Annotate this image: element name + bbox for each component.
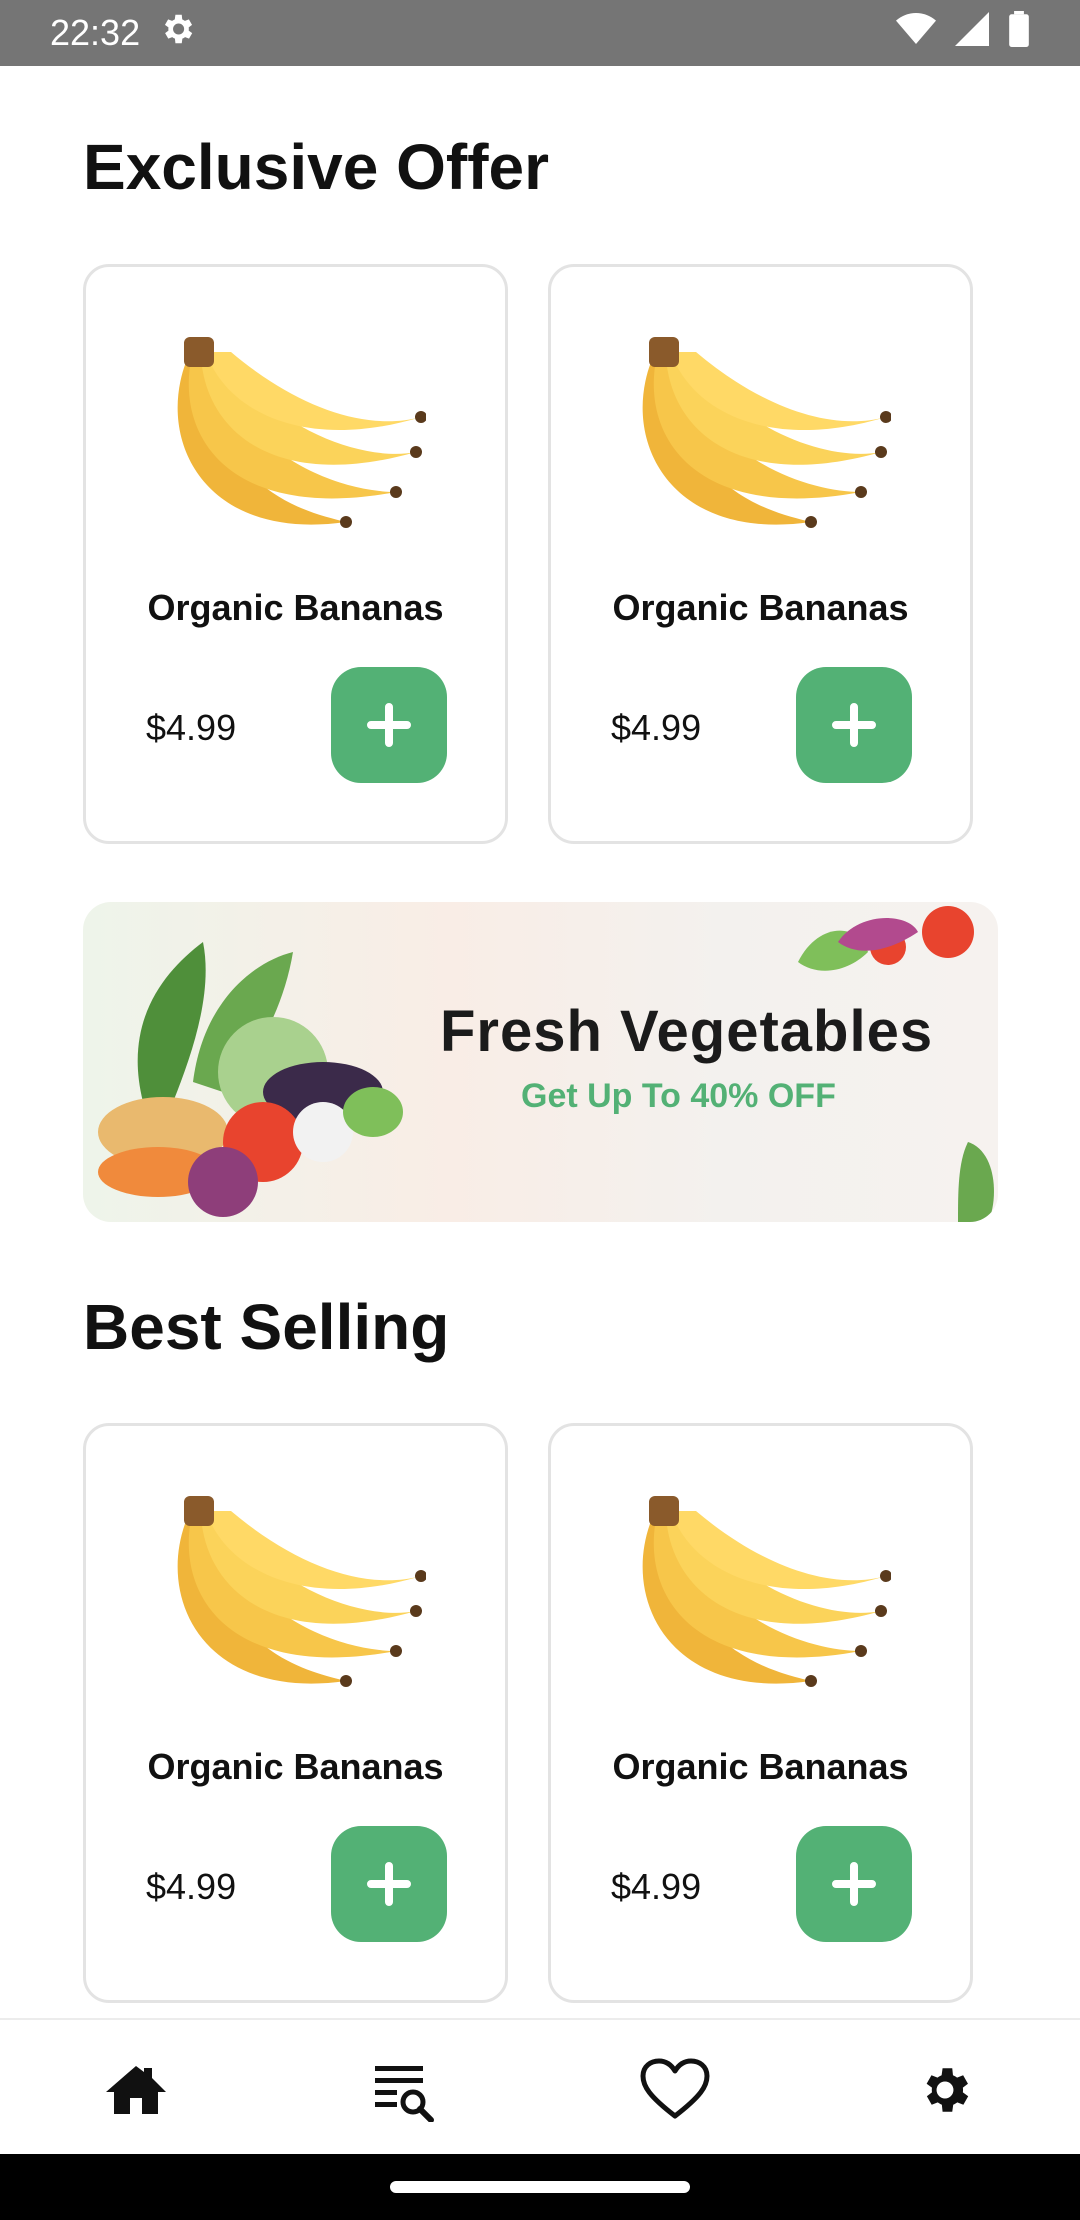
heart-icon xyxy=(640,2058,710,2119)
settings-icon xyxy=(158,10,196,57)
banana-icon xyxy=(642,337,891,528)
section-title-best-selling: Best Selling xyxy=(83,1291,450,1363)
product-name: Organic Bananas xyxy=(147,587,444,628)
add-to-cart-button[interactable] xyxy=(796,667,912,783)
product-price: $4.99 xyxy=(611,707,702,748)
product-card[interactable]: Organic Bananas $4.99 xyxy=(548,264,973,844)
add-to-cart-button[interactable] xyxy=(331,1826,447,1942)
home-gesture-handle[interactable] xyxy=(390,2181,690,2193)
banana-icon xyxy=(177,337,426,528)
banana-icon xyxy=(642,1496,891,1687)
add-to-cart-button[interactable] xyxy=(331,667,447,783)
product-name: Organic Bananas xyxy=(147,1746,444,1787)
wifi-icon xyxy=(896,12,936,55)
banana-icon xyxy=(177,1496,426,1687)
signal-icon xyxy=(954,11,990,55)
status-time: 22:32 xyxy=(50,12,141,53)
gear-icon xyxy=(926,2068,969,2112)
plus-icon xyxy=(832,703,876,747)
search-list-icon xyxy=(375,2066,434,2122)
nav-favorites[interactable] xyxy=(625,2040,725,2140)
promo-banner[interactable]: Fresh Vegetables Get Up To 40% OFF xyxy=(83,902,998,1222)
product-price: $4.99 xyxy=(146,1866,237,1907)
banner-title: Fresh Vegetables xyxy=(440,999,934,1064)
product-name: Organic Bananas xyxy=(612,1746,909,1787)
product-card[interactable]: Organic Bananas $4.99 xyxy=(83,264,508,844)
nav-settings[interactable] xyxy=(895,2040,995,2140)
bottom-nav xyxy=(0,2018,1080,2154)
vegetables-image xyxy=(98,942,403,1217)
product-card[interactable]: Organic Bananas $4.99 xyxy=(548,1423,973,2003)
add-to-cart-button[interactable] xyxy=(796,1826,912,1942)
nav-home[interactable] xyxy=(86,2040,186,2140)
status-bar: 22:32 xyxy=(0,0,1080,66)
product-card[interactable]: Organic Bananas $4.99 xyxy=(83,1423,508,2003)
product-price: $4.99 xyxy=(146,707,237,748)
product-price: $4.99 xyxy=(611,1866,702,1907)
gesture-bar xyxy=(0,2154,1080,2220)
plus-icon xyxy=(832,1862,876,1906)
nav-search-list[interactable] xyxy=(355,2040,455,2140)
plus-icon xyxy=(367,1862,411,1906)
plus-icon xyxy=(367,703,411,747)
banner-subtitle: Get Up To 40% OFF xyxy=(521,1077,836,1115)
battery-icon xyxy=(1008,10,1030,56)
product-name: Organic Bananas xyxy=(612,587,909,628)
section-title-exclusive-offer: Exclusive Offer xyxy=(83,131,549,203)
home-icon xyxy=(106,2066,166,2114)
